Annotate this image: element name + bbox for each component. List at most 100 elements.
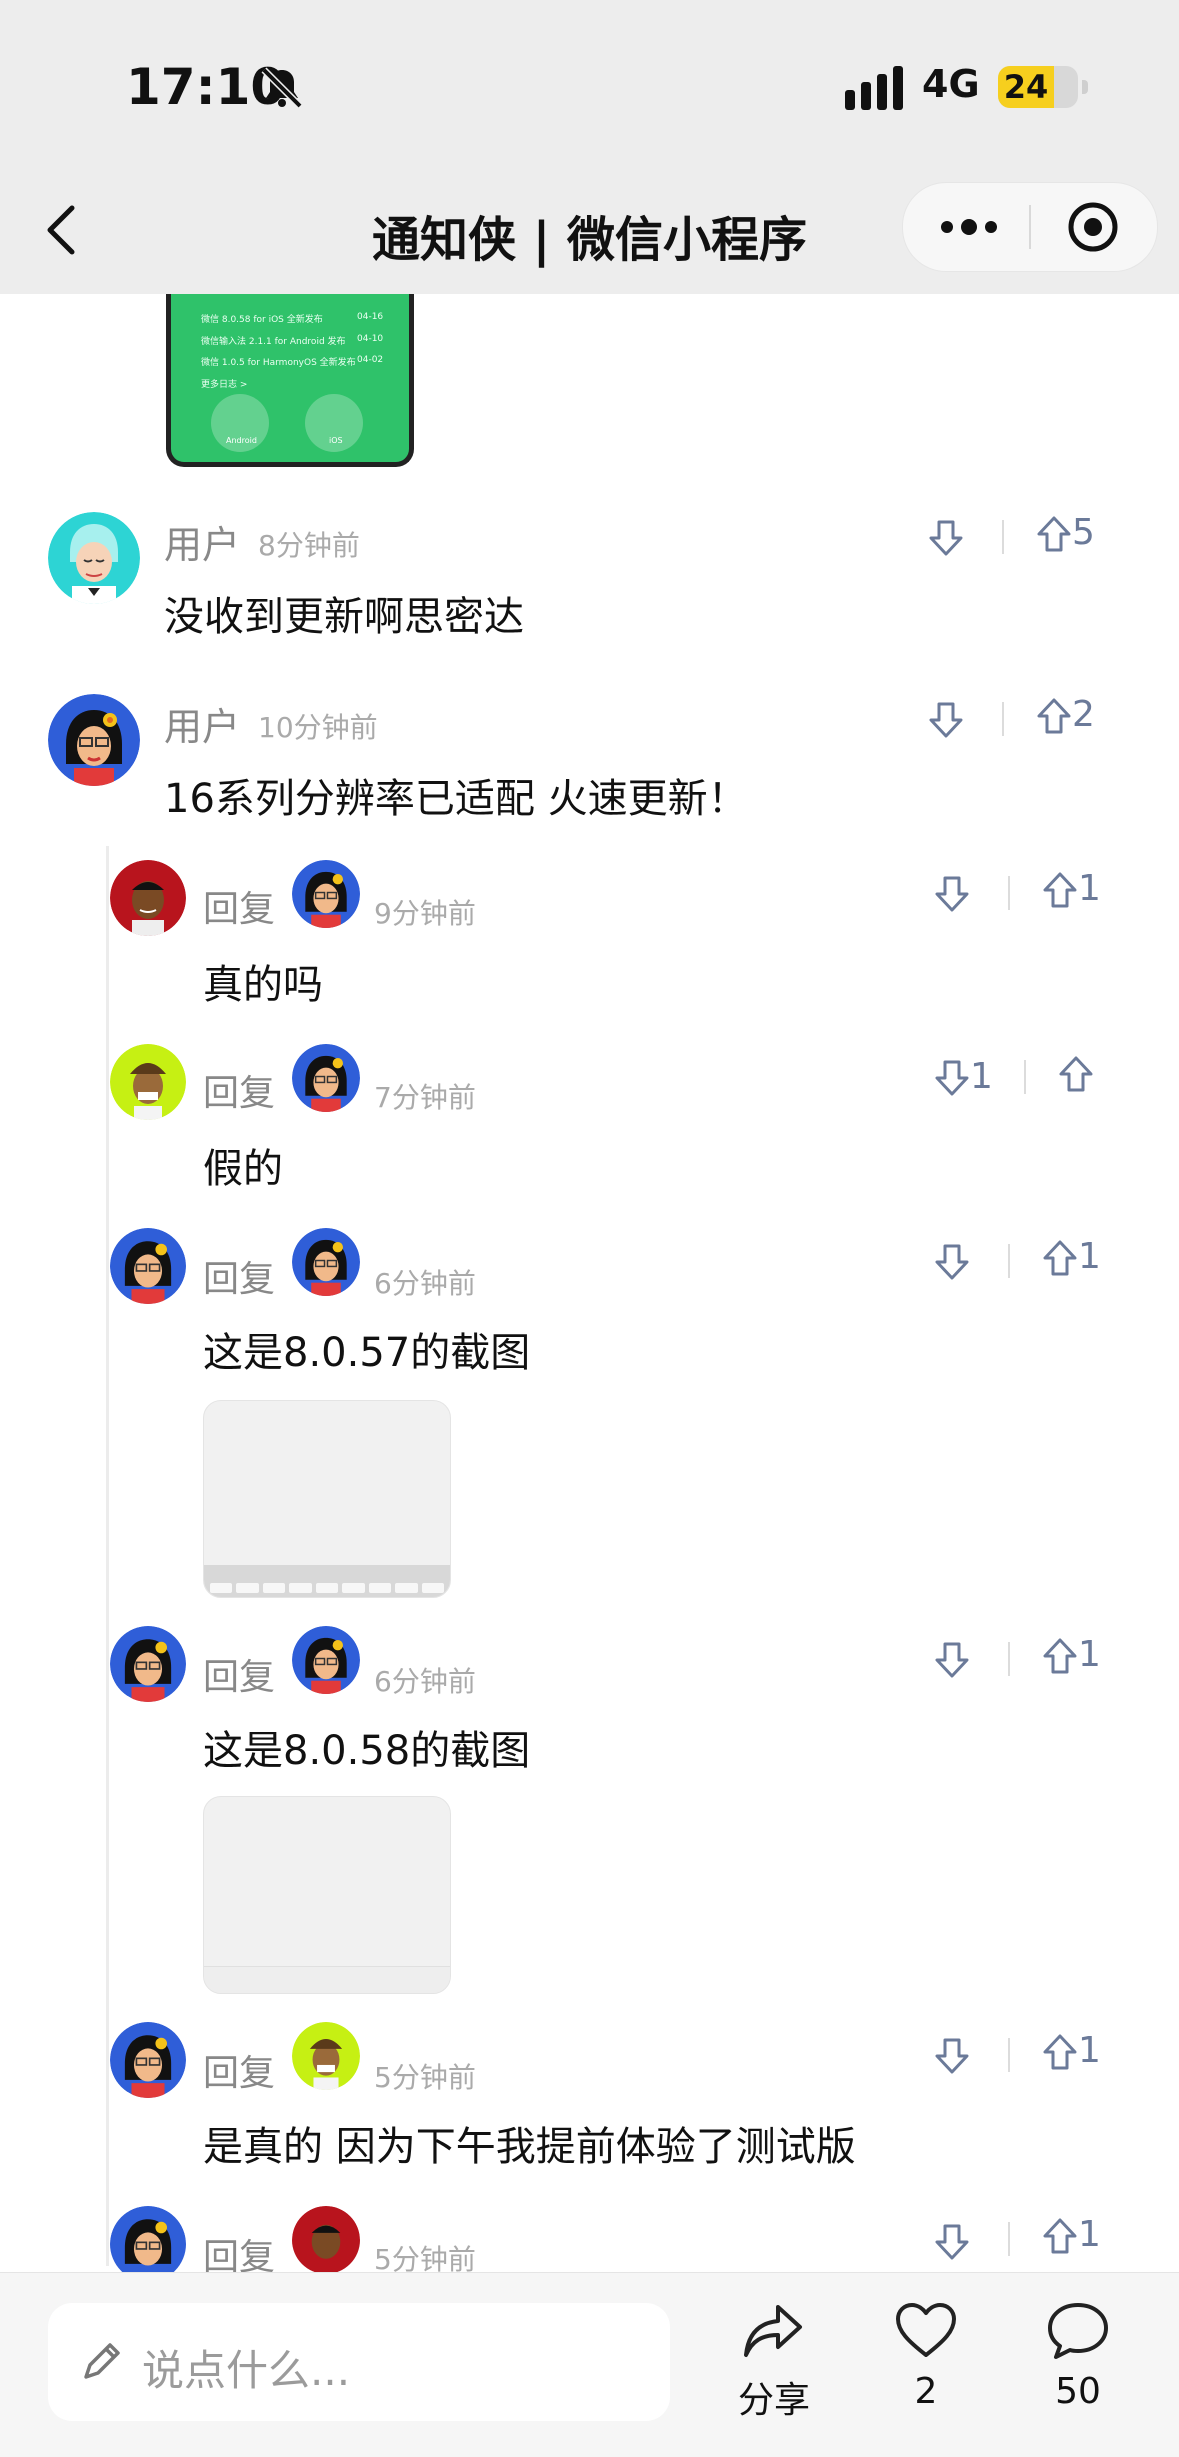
comment-username[interactable]: 用户 (164, 514, 240, 569)
reply-time: 9分钟前 (374, 897, 476, 930)
downvote-icon (935, 1642, 969, 1678)
upvote-icon (1059, 1056, 1093, 1092)
navigation-bar: 通知侠 | 微信小程序 (0, 160, 1179, 294)
upvote-icon (1043, 1240, 1077, 1276)
share-button[interactable]: 分享 (714, 2301, 834, 2423)
heart-icon (896, 2303, 956, 2357)
avatar[interactable] (110, 860, 186, 936)
downvote-button[interactable] (934, 2220, 970, 2262)
preview-date: 04-16 (357, 312, 384, 322)
reply-target-avatar[interactable] (292, 1044, 360, 1112)
reply-time: 7分钟前 (374, 1081, 476, 1114)
more-icon[interactable] (939, 211, 999, 243)
reply-label: 回复 (203, 1259, 276, 1300)
ios-label: iOS (329, 436, 343, 445)
downvote-icon (935, 876, 969, 912)
reply-time: 6分钟前 (374, 1665, 476, 1698)
upvote-button[interactable]: 1 (1042, 868, 1101, 910)
reply-text: 是真的 因为下午我提前体验了测试版 (203, 2124, 856, 2170)
upvote-button[interactable]: 1 (1042, 2214, 1101, 2256)
reply-target-avatar[interactable] (292, 2206, 360, 2272)
reply-text: 假的 (203, 1146, 283, 1192)
bottom-action-bar: 说点什么... 分享 2 50 (0, 2272, 1179, 2457)
upvote-icon (1037, 698, 1071, 734)
upvote-icon (1043, 2034, 1077, 2070)
avatar[interactable] (48, 512, 140, 604)
upvote-icon (1043, 872, 1077, 908)
reply-target-avatar[interactable] (292, 860, 360, 928)
upvote-count: 1 (1078, 2214, 1101, 2255)
downvote-button[interactable]: 1 (934, 1056, 993, 1098)
downvote-count: 1 (970, 1056, 993, 1097)
avatar[interactable] (48, 694, 140, 786)
reply-target-avatar[interactable] (292, 2022, 360, 2090)
android-label: Android (226, 436, 257, 445)
reply-time: 5分钟前 (374, 2061, 476, 2094)
upvote-icon (1043, 1638, 1077, 1674)
upvote-count: 1 (1078, 1634, 1101, 1675)
upvote-button[interactable]: 1 (1042, 1634, 1101, 1676)
downvote-icon (935, 2224, 969, 2260)
downvote-icon (935, 2038, 969, 2074)
upvote-count: 1 (1078, 2030, 1101, 2071)
share-label: 分享 (737, 2380, 810, 2421)
bell-mute-icon (261, 67, 303, 109)
preview-line: 微信 8.0.58 for iOS 全新发布 (201, 315, 323, 325)
downvote-button[interactable] (934, 1638, 970, 1680)
upvote-count: 5 (1072, 512, 1095, 553)
downvote-button[interactable] (934, 2034, 970, 2076)
comment-button[interactable]: 50 (1018, 2301, 1138, 2412)
downvote-icon (935, 1060, 969, 1096)
downvote-icon (935, 1244, 969, 1280)
preview-date: 04-10 (357, 334, 384, 344)
downvote-button[interactable] (934, 1240, 970, 1282)
avatar[interactable] (110, 2022, 186, 2098)
reply-label: 回复 (203, 1657, 276, 1698)
avatar[interactable] (110, 1044, 186, 1120)
reply-screenshot-image[interactable] (203, 1400, 451, 1598)
share-icon (744, 2305, 802, 2357)
reply-target-avatar[interactable] (292, 1228, 360, 1296)
post-image-preview[interactable]: 微信 8.0.58 for iOS 全新发布 04-16 微信输入法 2.1.1… (166, 294, 414, 467)
avatar[interactable] (110, 1626, 186, 1702)
downvote-icon (929, 520, 963, 556)
upvote-count: 2 (1072, 694, 1095, 735)
downvote-button[interactable] (934, 872, 970, 914)
reply-label: 回复 (203, 1073, 276, 1114)
reply-screenshot-image[interactable] (203, 1796, 451, 1994)
upvote-button[interactable]: 5 (1036, 512, 1095, 554)
downvote-button[interactable] (928, 698, 964, 740)
upvote-count: 1 (1078, 868, 1101, 909)
miniprogram-capsule (902, 182, 1158, 272)
reply-text: 真的吗 (203, 962, 323, 1008)
comment-icon (1048, 2303, 1108, 2359)
downvote-icon (929, 702, 963, 738)
avatar[interactable] (110, 1228, 186, 1304)
network-type: 4G (922, 62, 980, 106)
like-count: 2 (914, 2371, 938, 2412)
comment-username[interactable]: 用户 (164, 696, 240, 751)
reply-thread-line (106, 846, 109, 2266)
upvote-button[interactable]: 1 (1042, 1236, 1101, 1278)
avatar[interactable] (110, 2206, 186, 2272)
upvote-button[interactable] (1058, 1052, 1094, 1094)
preview-line: 微信 1.0.5 for HarmonyOS 全新发布 (201, 358, 356, 368)
reply-label: 回复 (203, 889, 276, 930)
comment-count: 50 (1055, 2371, 1101, 2412)
comment-time: 10分钟前 (258, 711, 378, 744)
close-target-icon[interactable] (1067, 201, 1119, 253)
like-button[interactable]: 2 (866, 2301, 986, 2412)
downvote-button[interactable] (928, 516, 964, 558)
pencil-icon (84, 2343, 120, 2379)
upvote-button[interactable]: 2 (1036, 694, 1095, 736)
preview-line: 微信输入法 2.1.1 for Android 发布 (201, 337, 346, 347)
comment-input[interactable]: 说点什么... (48, 2303, 670, 2421)
upvote-button[interactable]: 1 (1042, 2030, 1101, 2072)
preview-date: 04-02 (357, 355, 384, 365)
reply-text: 这是8.0.58的截图 (203, 1728, 531, 1774)
comment-text: 没收到更新啊思密达 (164, 594, 524, 640)
comment-text: 16系列分辨率已适配 火速更新！ (164, 776, 748, 822)
comment-input-placeholder: 说点什么... (142, 2346, 351, 2395)
battery-icon: 24 (998, 66, 1088, 108)
reply-target-avatar[interactable] (292, 1626, 360, 1694)
